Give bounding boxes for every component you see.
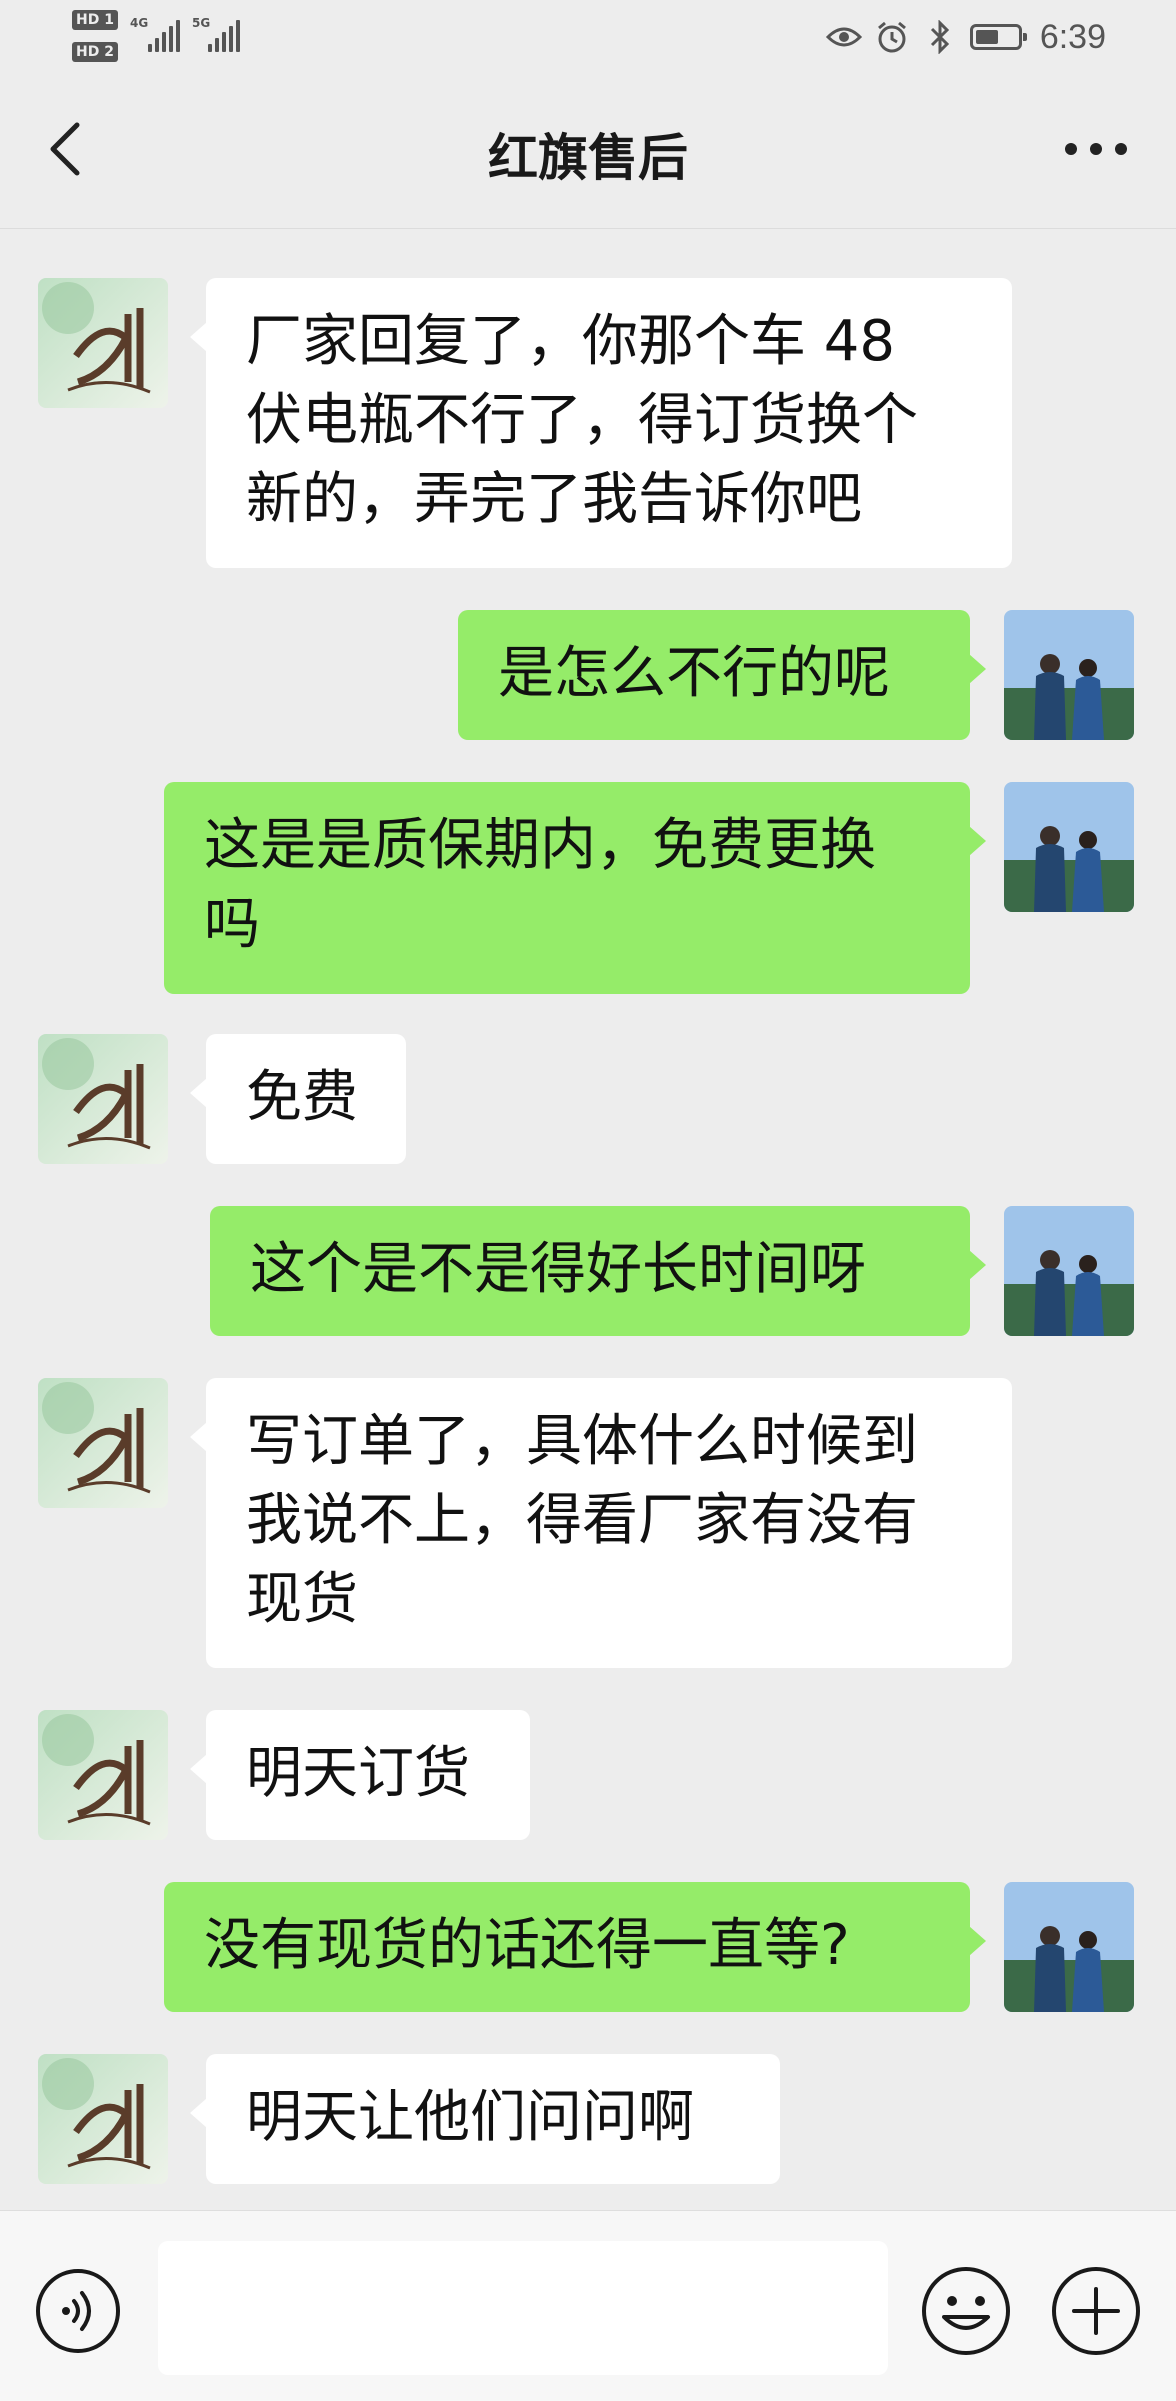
voice-input-button[interactable] (34, 2267, 122, 2355)
more-options-button[interactable] (1056, 114, 1136, 184)
incoming-message-bubble[interactable]: 厂家回复了，你那个车 48 伏电瓶不行了，得订货换个 新的，弄完了我告诉你吧 (190, 278, 1012, 568)
outgoing-message-bubble[interactable]: 这个是不是得好长时间呀 (210, 1206, 986, 1336)
user-avatar[interactable] (1004, 1206, 1134, 1336)
battery-icon (969, 24, 1027, 50)
message-input[interactable] (158, 2241, 888, 2375)
incoming-message-bubble[interactable]: 免费 (190, 1034, 406, 1164)
incoming-message-bubble[interactable]: 明天让他们问问啊 (190, 2054, 780, 2184)
status-icons: 6:39 (825, 12, 1106, 62)
contact-avatar[interactable] (38, 2054, 168, 2184)
outgoing-message-bubble[interactable]: 没有现货的话还得一直等? (164, 1882, 986, 2012)
user-avatar[interactable] (1004, 782, 1134, 912)
bluetooth-icon (922, 19, 958, 55)
chat-header: 红旗售后 (0, 74, 1176, 229)
alarm-icon (874, 19, 910, 55)
signal-strength-2-icon (208, 20, 240, 52)
emoji-icon (922, 2267, 1010, 2355)
eye-icon (825, 19, 862, 55)
chat-title: 红旗售后 (488, 129, 688, 187)
user-avatar[interactable] (1004, 610, 1134, 740)
contact-avatar[interactable] (38, 1710, 168, 1840)
user-avatar[interactable] (1004, 1882, 1134, 2012)
status-time: 6:39 (1039, 17, 1106, 56)
chat-input-bar (0, 2210, 1176, 2401)
contact-avatar[interactable] (38, 1034, 168, 1164)
emoji-button[interactable] (920, 2265, 1012, 2357)
ellipsis-icon (1065, 143, 1127, 155)
sim2-badge: HD 2 (72, 42, 118, 62)
add-attachment-button[interactable] (1050, 2265, 1142, 2357)
outgoing-message-bubble[interactable]: 是怎么不行的呢 (458, 610, 986, 740)
voice-icon (36, 2269, 120, 2353)
sim-signal-group: HD 1 HD 2 4G 5G (68, 8, 258, 68)
incoming-message-bubble[interactable]: 写订单了，具体什么时候到 我说不上，得看厂家有没有 现货 (190, 1378, 1012, 1668)
contact-avatar[interactable] (38, 278, 168, 408)
contact-avatar[interactable] (38, 1378, 168, 1508)
status-bar: HD 1 HD 2 4G 5G 6:39 (0, 0, 1176, 74)
sim1-badge: HD 1 (72, 10, 118, 30)
signal-strength-1-icon (148, 20, 180, 52)
message-list[interactable]: 厂家回复了，你那个车 48 伏电瓶不行了，得订货换个 新的，弄完了我告诉你吧 是… (0, 230, 1176, 2210)
outgoing-message-bubble[interactable]: 这是是质保期内，免费更换 吗 (164, 782, 986, 994)
network1-label: 4G (130, 16, 149, 30)
incoming-message-bubble[interactable]: 明天订货 (190, 1710, 530, 1840)
plus-icon (1052, 2267, 1140, 2355)
